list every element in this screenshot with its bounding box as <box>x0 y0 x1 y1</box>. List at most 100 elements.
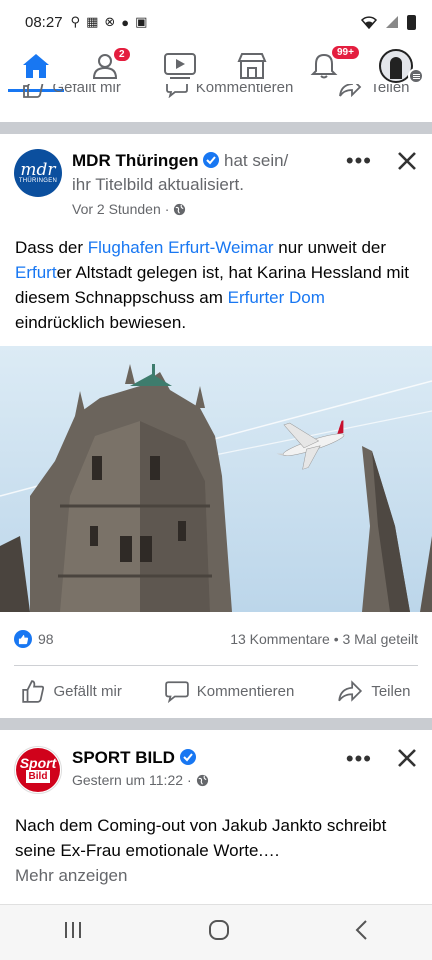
back-button[interactable] <box>354 919 370 946</box>
globe-icon <box>196 774 208 786</box>
post-action-text-1: hat sein/ <box>219 151 289 170</box>
like-label: Gefällt mir <box>53 682 122 700</box>
thumbs-up-icon <box>22 680 45 703</box>
post-title: SPORT BILD <box>72 746 312 770</box>
back-icon <box>355 920 367 940</box>
comment-icon <box>165 681 189 703</box>
share-button[interactable]: Teilen <box>337 679 411 703</box>
sync-icon: ⊗ <box>104 14 116 29</box>
nav-notifications[interactable]: 99+ <box>288 44 361 88</box>
post-sportbild: Sport Bild SPORT BILD Gestern um 11:22 ·… <box>0 730 432 900</box>
post-text: Dass der Flughafen Erfurt-Weimar nur unw… <box>15 238 410 332</box>
post-close-button[interactable] <box>396 150 418 177</box>
system-navigation-bar <box>0 904 432 960</box>
comment-label: Kommentieren <box>196 682 295 700</box>
nav-home[interactable] <box>0 44 72 92</box>
image-icon: ▣ <box>135 14 148 29</box>
post-reactions-bar: 98 13 Kommentare • 3 Mal geteilt <box>14 630 418 648</box>
close-icon <box>398 749 416 767</box>
avatar-logo-line2: Bild <box>25 770 51 783</box>
nav-marketplace[interactable] <box>216 44 288 88</box>
comments-shares-count[interactable]: 13 Kommentare • 3 Mal geteilt <box>230 631 418 647</box>
post-time-text: Vor 2 Stunden <box>72 201 161 217</box>
post-actions: Gefällt mir Kommentieren Teilen <box>0 679 432 703</box>
home-icon <box>23 54 49 78</box>
top-nav-bar: 2 99+ <box>0 44 432 92</box>
post-more-button[interactable]: ••• <box>346 746 372 772</box>
close-icon <box>398 152 416 170</box>
post-title: MDR Thüringen hat sein/ ihr Titelbild ak… <box>72 149 312 197</box>
avatar-logo-line1: Sport <box>19 755 57 771</box>
avatar-logo-subtext: THÜRINGEN <box>18 178 58 184</box>
like-reaction-icon <box>14 630 32 648</box>
video-icon <box>164 53 196 79</box>
post-more-button[interactable]: ••• <box>346 148 372 174</box>
post-image[interactable] <box>0 346 432 612</box>
post-meta: SPORT BILD Gestern um 11:22 · <box>72 746 312 794</box>
like-button[interactable]: Gefällt mir <box>21 679 122 703</box>
status-notification-icons: ⚲ ▦ ⊗ ● ▣ <box>71 14 148 30</box>
prev-comment-label: Kommentieren <box>195 84 294 96</box>
page-avatar-sportbild[interactable]: Sport Bild <box>14 746 62 794</box>
signal-icon <box>386 16 398 28</box>
prev-share-label: Teilen <box>370 84 410 96</box>
link-erfurter-dom[interactable]: Erfurter Dom <box>228 288 325 307</box>
share-icon <box>338 680 363 702</box>
menu-icon <box>408 68 424 84</box>
page-avatar-mdr[interactable]: mdr THÜRINGEN <box>14 149 62 197</box>
feed-separator <box>0 122 432 134</box>
post-text-content: Nach dem Coming-out von Jakub Jankto sch… <box>15 816 387 860</box>
recent-apps-button[interactable] <box>62 920 84 945</box>
post-action-text-2: ihr Titelbild aktualisiert. <box>72 175 244 194</box>
avatar-logo-text: mdr <box>20 160 56 180</box>
notifications-badge: 99+ <box>330 44 361 61</box>
link-flughafen[interactable]: Flughafen Erfurt-Weimar <box>88 238 274 257</box>
verified-badge-icon <box>203 152 220 168</box>
post-text: Nach dem Coming-out von Jakub Jankto sch… <box>15 813 415 888</box>
cathedral-airplane-photo <box>0 346 432 612</box>
comment-button[interactable]: Kommentieren <box>165 679 295 703</box>
verified-badge-icon <box>179 749 196 765</box>
recent-apps-icon <box>65 922 81 938</box>
comment-icon <box>165 84 188 98</box>
share-icon <box>339 84 362 97</box>
nav-watch[interactable] <box>144 44 216 88</box>
calendar-icon: ▦ <box>86 14 99 29</box>
prev-like-label: Gefällt mir <box>52 84 121 96</box>
status-time: 08:27 <box>25 13 63 31</box>
usb-icon: ⚲ <box>70 14 81 29</box>
battery-icon <box>407 14 416 30</box>
post-time-text: Gestern um 11:22 <box>72 772 184 788</box>
globe-icon <box>174 203 186 215</box>
wifi-icon <box>361 16 377 29</box>
post-mdr: mdr THÜRINGEN MDR Thüringen hat sein/ ih… <box>0 134 432 712</box>
post-timestamp[interactable]: Gestern um 11:22 · <box>72 772 312 788</box>
prev-comment-button[interactable]: Kommentieren <box>165 84 294 98</box>
feed-separator <box>0 718 432 730</box>
reactions-divider <box>14 665 418 666</box>
friends-badge: 2 <box>112 46 132 63</box>
home-button[interactable] <box>208 919 230 946</box>
prev-like-button[interactable]: Gefällt mir <box>22 84 121 98</box>
nav-menu[interactable] <box>360 44 432 88</box>
status-bar: 08:27 ⚲ ▦ ⊗ ● ▣ <box>0 0 432 44</box>
post-meta: MDR Thüringen hat sein/ ihr Titelbild ak… <box>72 149 312 217</box>
nav-friends[interactable]: 2 <box>72 44 144 88</box>
prev-share-button[interactable]: Teilen <box>338 84 410 98</box>
post-close-button[interactable] <box>396 747 418 774</box>
marketplace-icon <box>237 53 267 79</box>
thumbs-up-icon <box>23 84 44 98</box>
share-label: Teilen <box>371 682 411 700</box>
author-name[interactable]: MDR Thüringen <box>72 151 199 170</box>
link-erfurt[interactable]: Erfurt <box>15 263 57 282</box>
author-name[interactable]: SPORT BILD <box>72 748 175 767</box>
like-count[interactable]: 98 <box>38 631 54 647</box>
post-header: mdr THÜRINGEN MDR Thüringen hat sein/ ih… <box>14 149 312 217</box>
post-header: Sport Bild SPORT BILD Gestern um 11:22 · <box>14 746 312 794</box>
status-system-icons <box>361 14 416 30</box>
messenger-icon: ● <box>121 14 130 30</box>
post-timestamp[interactable]: Vor 2 Stunden · <box>72 201 312 217</box>
home-circle-icon <box>209 920 229 940</box>
see-more-link[interactable]: Mehr anzeigen <box>15 866 127 885</box>
previous-post-actions: Gefällt mir Kommentieren Teilen <box>0 84 432 110</box>
